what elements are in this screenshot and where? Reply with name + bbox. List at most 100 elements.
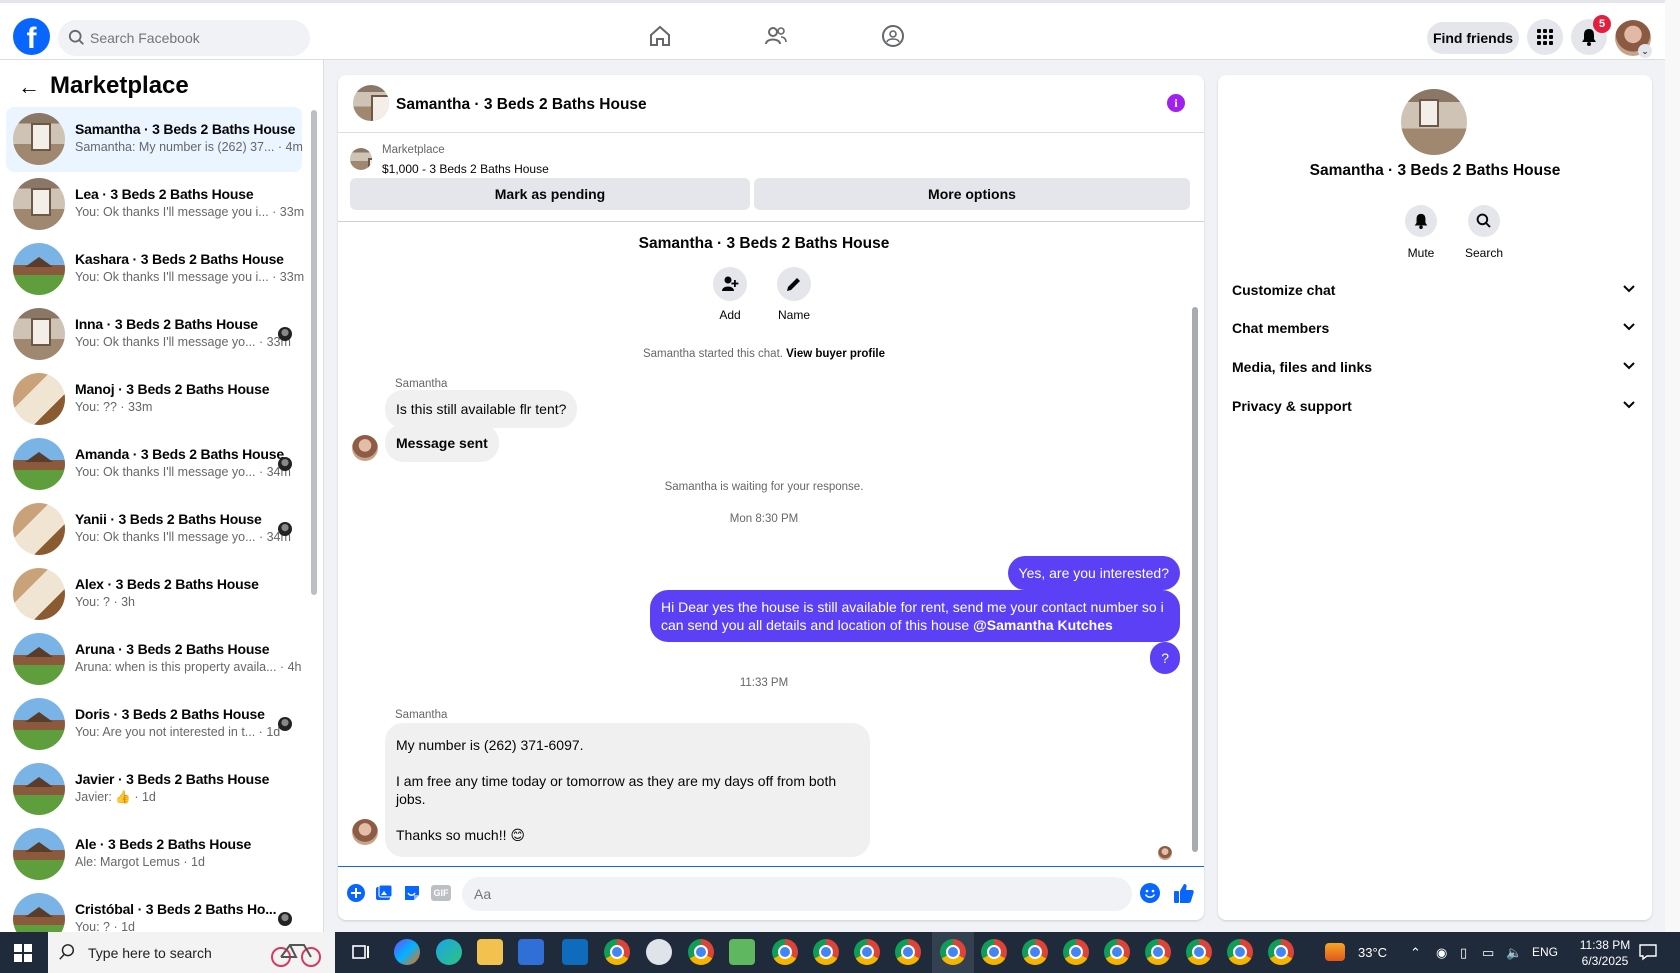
- sender-avatar[interactable]: [352, 819, 378, 845]
- chat-members-section[interactable]: Chat members: [1232, 313, 1642, 343]
- media-files-links-section[interactable]: Media, files and links: [1232, 352, 1642, 382]
- chevron-down-icon[interactable]: ⌄: [1638, 44, 1652, 58]
- groups-icon[interactable]: [880, 23, 906, 49]
- conversation-item[interactable]: Aruna · 3 Beds 2 Baths House Aruna: when …: [6, 627, 302, 692]
- listing-price[interactable]: $1,000 - 3 Beds 2 Baths House: [382, 162, 549, 176]
- info-avatar[interactable]: [1401, 89, 1467, 155]
- chat-avatar[interactable]: [353, 85, 389, 121]
- paint-icon[interactable]: [646, 939, 672, 965]
- customize-chat-section[interactable]: Customize chat: [1232, 275, 1642, 305]
- chrome-icon[interactable]: [772, 939, 798, 965]
- info-icon[interactable]: i: [1167, 94, 1185, 112]
- conversation-item[interactable]: Javier · 3 Beds 2 Baths House Javier: 👍 ·…: [6, 757, 302, 822]
- more-options-button[interactable]: More options: [754, 178, 1190, 210]
- chat-panel: Samantha · 3 Beds 2 Baths House i Market…: [338, 75, 1204, 920]
- menu-button[interactable]: [1527, 19, 1563, 55]
- weather-icon[interactable]: [1325, 943, 1345, 961]
- conversation-item[interactable]: Alex · 3 Beds 2 Baths House You: ? · 3h: [6, 562, 302, 627]
- chrome-profile-icon[interactable]: [688, 939, 714, 965]
- message-scrollbar[interactable]: [1190, 222, 1200, 866]
- friends-icon[interactable]: [763, 23, 789, 49]
- gif-icon[interactable]: GIF: [431, 885, 451, 901]
- conversation-item[interactable]: Samantha · 3 Beds 2 Baths House Samantha:…: [6, 107, 303, 172]
- conversation-name: Aruna · 3 Beds 2 Baths House: [75, 641, 270, 657]
- clock[interactable]: 11:38 PM 6/3/2025: [1570, 937, 1640, 969]
- message-input[interactable]: [462, 877, 1132, 911]
- add-button[interactable]: Add: [700, 267, 760, 322]
- conversation-item[interactable]: Cristóbal · 3 Beds 2 Baths Ho... You: ? ·…: [6, 887, 302, 932]
- conversation-item[interactable]: Amanda · 3 Beds 2 Baths House You: Ok tha…: [6, 432, 302, 497]
- outgoing-message[interactable]: Hi Dear yes the house is still available…: [650, 590, 1180, 642]
- conversation-preview: You: Ok thanks I'll message yo... · 34m: [75, 530, 291, 544]
- task-view-icon[interactable]: [348, 939, 374, 965]
- conversation-item[interactable]: Ale · 3 Beds 2 Baths House Ale: Margot Le…: [6, 822, 302, 887]
- search-facebook-input[interactable]: [88, 20, 303, 56]
- search-box[interactable]: [58, 20, 310, 56]
- search-in-conversation-button[interactable]: Search: [1454, 205, 1514, 260]
- sheets-icon[interactable]: [729, 939, 755, 965]
- page-scrollbar[interactable]: [1665, 0, 1680, 932]
- battery-icon[interactable]: ▯: [1460, 945, 1467, 961]
- outgoing-message[interactable]: ?: [1150, 642, 1180, 674]
- sidebar-scrollbar[interactable]: [310, 110, 318, 925]
- incoming-message[interactable]: My number is (262) 371-6097. I am free a…: [385, 723, 870, 857]
- chrome-icon[interactable]: [1063, 939, 1089, 965]
- copilot-icon[interactable]: [394, 939, 420, 965]
- listing-thumbnail[interactable]: [350, 148, 372, 170]
- taskbar-search[interactable]: Type here to search: [48, 932, 335, 973]
- sticker-icon[interactable]: [402, 883, 422, 903]
- chrome-icon[interactable]: [1145, 939, 1171, 965]
- file-explorer-icon[interactable]: [477, 939, 503, 965]
- find-friends-button[interactable]: Find friends: [1427, 22, 1519, 54]
- chat-title[interactable]: Samantha · 3 Beds 2 Baths House: [396, 96, 647, 114]
- chrome-icon[interactable]: [1022, 939, 1048, 965]
- volume-icon[interactable]: 🔈: [1506, 945, 1522, 961]
- chrome-icon[interactable]: [1104, 939, 1130, 965]
- conversation-item[interactable]: Yanii · 3 Beds 2 Baths House You: Ok than…: [6, 497, 302, 562]
- chrome-icon[interactable]: [895, 939, 921, 965]
- outlook-icon[interactable]: [562, 939, 588, 965]
- thumbs-up-icon[interactable]: [1172, 881, 1196, 905]
- facebook-logo-icon[interactable]: f: [13, 18, 50, 55]
- windows-start-icon[interactable]: [14, 944, 32, 962]
- emoji-icon[interactable]: [1140, 883, 1160, 903]
- privacy-support-section[interactable]: Privacy & support: [1232, 391, 1642, 421]
- plus-icon[interactable]: [346, 883, 366, 903]
- conversation-name: Yanii · 3 Beds 2 Baths House: [75, 511, 262, 527]
- chevron-up-icon[interactable]: ⌃: [1410, 945, 1421, 961]
- conversation-item[interactable]: Lea · 3 Beds 2 Baths House You: Ok thanks…: [6, 172, 304, 237]
- outgoing-message[interactable]: Yes, are you interested?: [1007, 556, 1180, 590]
- home-icon[interactable]: [647, 23, 673, 49]
- conversation-item[interactable]: Kashara · 3 Beds 2 Baths House You: Ok th…: [6, 237, 304, 302]
- image-icon[interactable]: [374, 883, 394, 903]
- chrome-active-icon[interactable]: [940, 939, 966, 965]
- conversation-item[interactable]: Inna · 3 Beds 2 Baths House You: Ok thank…: [6, 302, 302, 367]
- back-arrow-icon[interactable]: ←: [18, 74, 40, 100]
- chrome-icon[interactable]: [813, 939, 839, 965]
- mute-button[interactable]: Mute: [1391, 205, 1451, 260]
- chrome-icon[interactable]: [854, 939, 880, 965]
- temperature-readout[interactable]: 33°C: [1358, 945, 1387, 960]
- mention-link[interactable]: @Samantha Kutches: [973, 617, 1113, 633]
- chrome-icon[interactable]: [1227, 939, 1253, 965]
- language-indicator[interactable]: ENG: [1532, 945, 1558, 959]
- chrome-icon[interactable]: [604, 939, 630, 965]
- conversation-item[interactable]: Manoj · 3 Beds 2 Baths House You: ?? · 33…: [6, 367, 302, 432]
- mark-as-pending-button[interactable]: Mark as pending: [350, 178, 750, 210]
- network-icon[interactable]: ▭: [1482, 945, 1494, 961]
- view-buyer-profile-link[interactable]: View buyer profile: [786, 348, 885, 360]
- chrome-icon[interactable]: [981, 939, 1007, 965]
- edge-icon[interactable]: [436, 939, 462, 965]
- sender-avatar[interactable]: [352, 435, 378, 461]
- incoming-message[interactable]: Message sent: [385, 424, 499, 462]
- location-icon[interactable]: ◉: [1436, 945, 1447, 961]
- conversation-item[interactable]: Doris · 3 Beds 2 Baths House You: Are you…: [6, 692, 302, 757]
- incoming-message[interactable]: Is this still available flr tent?: [385, 390, 578, 428]
- conversation-preview: You: ? · 3h: [75, 595, 136, 609]
- chrome-icon[interactable]: [1186, 939, 1212, 965]
- chrome-icon[interactable]: [1268, 939, 1294, 965]
- name-button[interactable]: Name: [764, 267, 824, 322]
- action-center-icon[interactable]: [1638, 943, 1658, 961]
- search-icon: [68, 29, 84, 45]
- store-icon[interactable]: [518, 939, 544, 965]
